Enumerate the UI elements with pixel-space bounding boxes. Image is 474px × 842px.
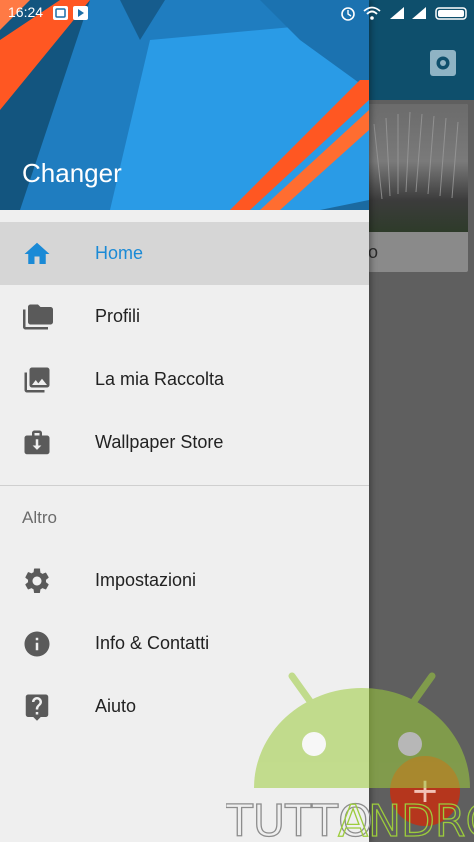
nav-item-label: Home	[95, 243, 144, 263]
nav-item-impostazioni[interactable]: Impostazioni	[0, 549, 369, 612]
nav-item-label: Info & Contatti	[95, 633, 210, 653]
nav-item-label: Aiuto	[95, 696, 137, 716]
photo-library-icon	[22, 365, 52, 395]
signal-icon-2	[412, 7, 426, 19]
add-icon: +	[410, 771, 440, 811]
signal-icon-1	[390, 7, 404, 19]
app-title: Changer	[22, 158, 122, 188]
home-icon	[22, 239, 52, 269]
background-wallpaper-card: o	[368, 104, 468, 272]
section-title: Altro	[22, 508, 57, 527]
drawer-header: Changer	[0, 0, 369, 210]
nav-item-label: Profili	[95, 306, 141, 326]
alarm-icon	[341, 7, 355, 21]
nav-item-label: La mia Raccolta	[95, 369, 225, 389]
status-bar: 16:24	[0, 0, 474, 26]
nav-item-label: Impostazioni	[95, 570, 197, 590]
info-icon	[22, 629, 52, 659]
help-icon	[22, 692, 52, 722]
nav-item-label: Wallpaper Store	[95, 432, 224, 452]
nav-item-info-contatti[interactable]: Info & Contatti	[0, 612, 369, 675]
drawer-divider	[0, 485, 369, 486]
play-store-icon	[73, 6, 88, 20]
navigation-drawer: Changer Home Profili La mia Raccolta Wal…	[0, 0, 369, 842]
card-caption: o	[368, 242, 379, 262]
nav-item-wallpaper-store[interactable]: Wallpaper Store	[0, 411, 369, 474]
wifi-icon	[363, 6, 381, 20]
nav-item-la-mia-raccolta[interactable]: La mia Raccolta	[0, 348, 369, 411]
status-time: 16:24	[8, 4, 44, 20]
nav-item-profili[interactable]: Profili	[0, 285, 369, 348]
status-icons	[341, 6, 467, 21]
folder-icon	[22, 302, 53, 332]
store-download-icon	[22, 428, 52, 458]
battery-icon	[435, 7, 467, 20]
settings-icon	[428, 48, 458, 78]
nav-item-home[interactable]: Home	[0, 222, 369, 285]
nav-item-aiuto[interactable]: Aiuto	[0, 675, 369, 738]
notification-icon	[53, 6, 68, 20]
gear-icon	[22, 566, 52, 596]
wallpaper-thumbnail	[368, 104, 468, 232]
